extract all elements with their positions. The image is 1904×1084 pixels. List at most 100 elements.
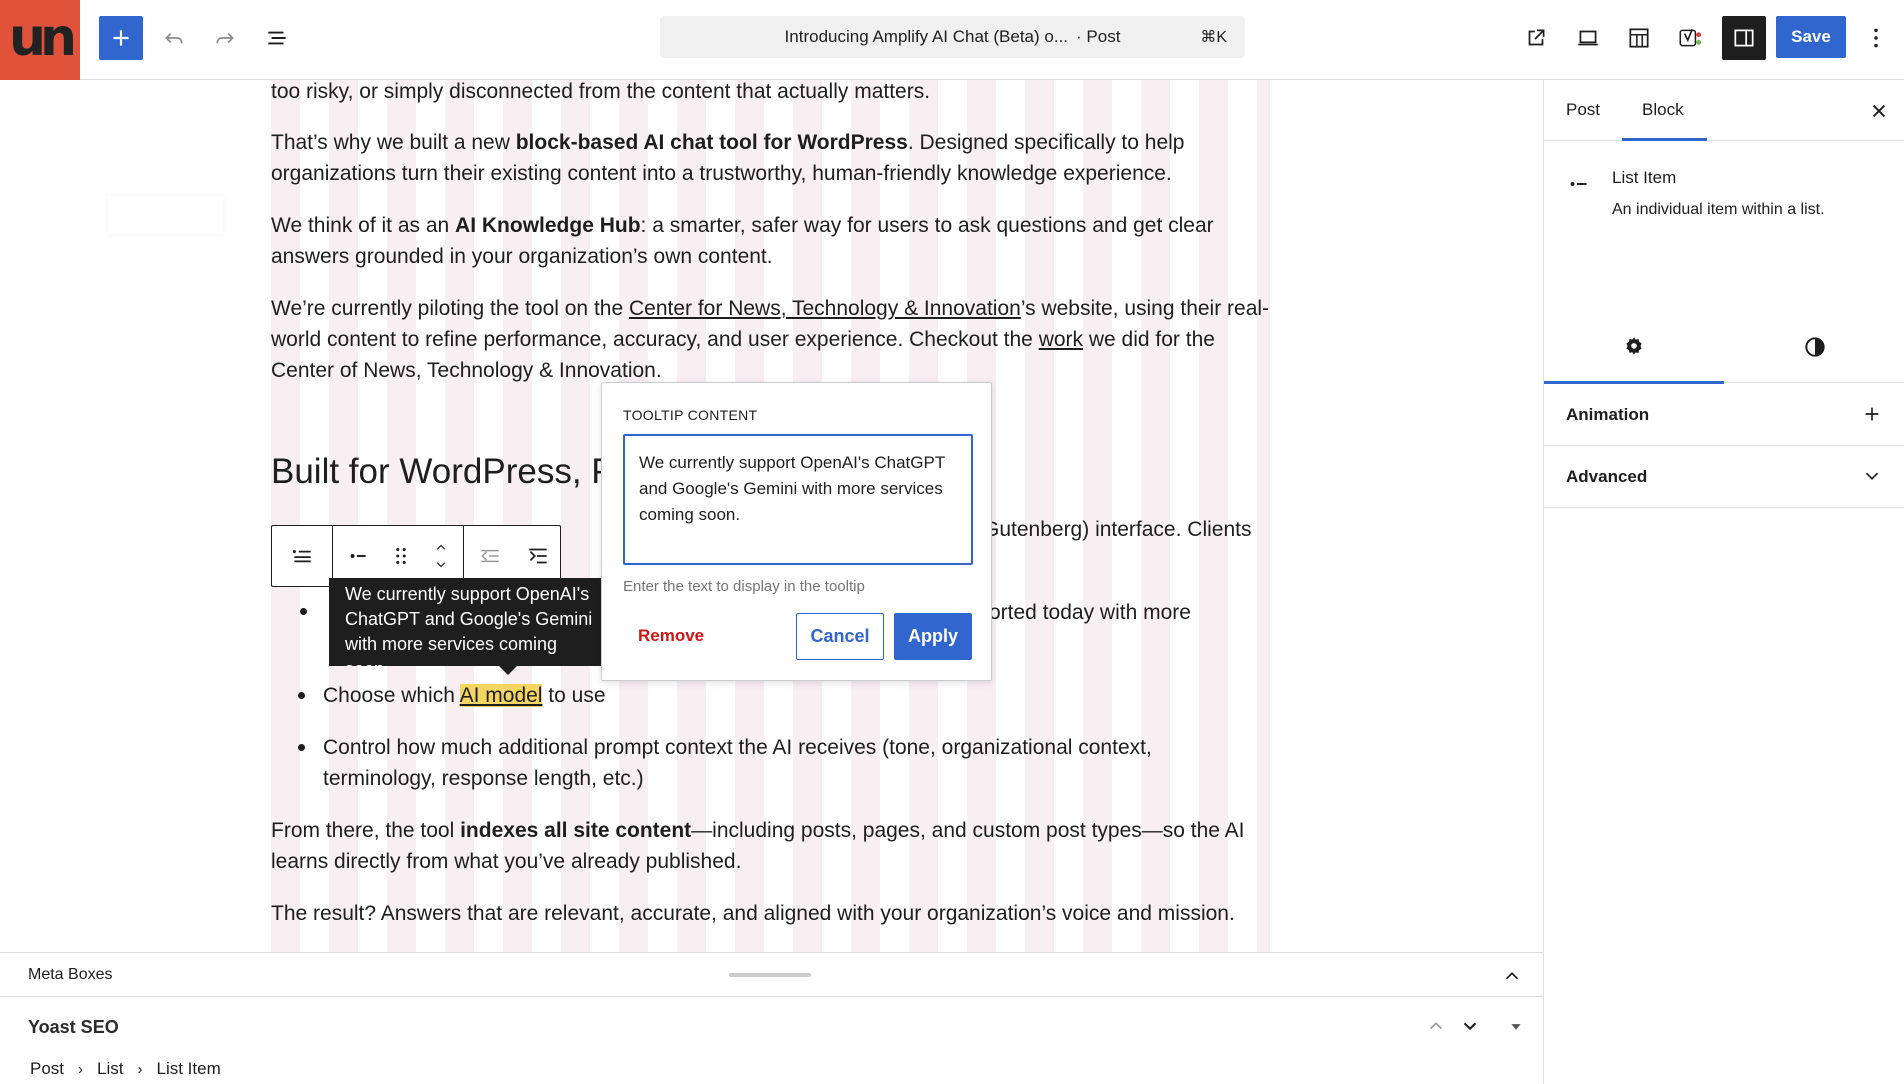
- paragraph-block[interactable]: That’s why we built a new block-based AI…: [271, 127, 1270, 189]
- list-item-icon: [350, 554, 366, 558]
- options-menu-button[interactable]: [1854, 16, 1898, 60]
- chevron-right-icon: ›: [78, 1060, 84, 1078]
- sidebar-icon: [1734, 29, 1754, 47]
- drag-handle[interactable]: [383, 526, 419, 586]
- tab-settings[interactable]: [1544, 310, 1724, 384]
- device-preview-button[interactable]: [1566, 16, 1610, 60]
- plus-icon: [113, 30, 129, 46]
- plus-icon: [1865, 407, 1879, 421]
- chevron-up-icon: [1429, 1022, 1443, 1030]
- document-overview-button[interactable]: [255, 16, 299, 60]
- tab-post[interactable]: Post: [1566, 100, 1600, 120]
- list-bullet: [298, 692, 305, 699]
- list-bullets-icon: [292, 550, 311, 563]
- outdent-icon: [481, 549, 499, 563]
- chevron-down-icon: [1463, 1022, 1477, 1031]
- paragraph-block[interactable]: We think of it as an AI Knowledge Hub: a…: [271, 210, 1270, 272]
- redo-icon: [216, 33, 234, 44]
- select-parent-list-button[interactable]: [272, 526, 332, 586]
- parent-selector-group: [272, 526, 333, 586]
- block-title: List Item: [1612, 168, 1677, 187]
- advanced-panel-label: Advanced: [1566, 467, 1648, 486]
- list-item[interactable]: Control how much additional prompt conte…: [298, 732, 1223, 794]
- resize-handle[interactable]: [729, 973, 811, 977]
- yoast-seo-panel[interactable]: Yoast SEO: [0, 997, 1543, 1055]
- tab-styles[interactable]: [1725, 310, 1904, 384]
- list-item-fragment[interactable]: orted today with more: [989, 597, 1269, 628]
- external-link-icon: [1528, 29, 1545, 46]
- save-button[interactable]: Save: [1776, 16, 1846, 58]
- move-block-buttons[interactable]: [419, 526, 463, 586]
- paragraph-block[interactable]: From there, the tool indexes all site co…: [271, 815, 1270, 877]
- sidebar-tabs: Post Block: [1544, 80, 1904, 141]
- chevron-up-icon[interactable]: [428, 538, 454, 556]
- heading-block[interactable]: Built for WordPress, P: [271, 452, 615, 492]
- link[interactable]: Center for News, Technology & Innovation: [629, 297, 1021, 320]
- view-post-button[interactable]: [1514, 16, 1558, 60]
- block-card: List Item An individual item within a li…: [1544, 141, 1904, 384]
- paragraph-fragment[interactable]: Gutenberg) interface. Clients: [983, 514, 1283, 545]
- remove-tooltip-button[interactable]: Remove: [638, 626, 704, 646]
- list-item[interactable]: Choose which AI model to use: [298, 680, 1223, 711]
- paragraph-block[interactable]: too risky, or simply disconnected from t…: [271, 80, 1270, 107]
- list-item-icon: [1566, 171, 1592, 197]
- undo-icon: [165, 33, 183, 44]
- block-type-button[interactable]: [333, 526, 383, 586]
- move-down-button[interactable]: [1458, 1014, 1482, 1038]
- close-icon: [1872, 104, 1886, 118]
- logo-text: un: [8, 8, 77, 68]
- yoast-icon: [1679, 29, 1702, 47]
- empty-placeholder: [108, 196, 223, 234]
- advanced-panel[interactable]: Advanced: [1544, 446, 1904, 508]
- breadcrumb-item[interactable]: Post: [30, 1059, 64, 1079]
- close-sidebar-button[interactable]: [1866, 98, 1892, 124]
- indent-button[interactable]: [516, 526, 560, 586]
- block-inserter-button[interactable]: [99, 16, 143, 60]
- animation-panel-label: Animation: [1566, 405, 1650, 424]
- command-palette-bar[interactable]: Introducing Amplify AI Chat (Beta) o... …: [660, 16, 1245, 58]
- tooltip-highlight[interactable]: AI model: [459, 684, 543, 707]
- caret-down-icon: [1511, 1024, 1521, 1030]
- tooltip-content-textarea[interactable]: We currently support OpenAI's ChatGPT an…: [623, 434, 973, 565]
- tab-block[interactable]: Block: [1642, 100, 1684, 120]
- redo-button[interactable]: [203, 16, 247, 60]
- tooltip-preview: We currently support OpenAI's ChatGPT an…: [329, 578, 601, 666]
- animation-panel[interactable]: Animation: [1544, 384, 1904, 446]
- tooltip-arrow: [498, 665, 518, 675]
- block-breadcrumb: Post › List › List Item: [0, 1054, 1543, 1084]
- command-shortcut: ⌘K: [1200, 29, 1227, 46]
- yoast-button[interactable]: [1668, 16, 1712, 60]
- outdent-button[interactable]: [464, 526, 516, 586]
- block-inspector-tabs: [1544, 309, 1904, 384]
- editor-canvas[interactable]: too risky, or simply disconnected from t…: [0, 80, 1543, 952]
- undo-button[interactable]: [152, 16, 196, 60]
- meta-boxes-area: Meta Boxes Yoast SEO: [0, 952, 1543, 1055]
- breadcrumb-item[interactable]: List Item: [157, 1059, 221, 1079]
- desktop-icon: [1578, 30, 1598, 46]
- document-title: Introducing Amplify AI Chat (Beta) o...: [784, 27, 1069, 46]
- settings-sidebar: Post Block List Item An individual item …: [1543, 80, 1904, 1084]
- breadcrumb-item[interactable]: List: [97, 1059, 123, 1079]
- site-logo[interactable]: un: [0, 0, 80, 80]
- yoast-seo-label: Yoast SEO: [28, 1017, 119, 1037]
- paragraph-block[interactable]: The result? Answers that are relevant, a…: [271, 898, 1270, 929]
- indent-icon: [529, 548, 547, 564]
- block-controls-group: [333, 526, 464, 586]
- list-view-icon: [268, 31, 286, 45]
- paragraph-block[interactable]: We’re currently piloting the tool on the…: [271, 293, 1270, 386]
- template-button[interactable]: [1617, 16, 1661, 60]
- collapse-meta-button[interactable]: [1500, 964, 1524, 988]
- meta-boxes-header[interactable]: Meta Boxes: [0, 953, 1543, 997]
- cancel-button[interactable]: Cancel: [796, 613, 884, 660]
- apply-button[interactable]: Apply: [894, 613, 972, 660]
- move-up-button[interactable]: [1424, 1014, 1448, 1038]
- contrast-icon: [1805, 337, 1825, 357]
- gear-icon: [1626, 337, 1642, 355]
- link[interactable]: work: [1039, 328, 1083, 351]
- meta-boxes-label: Meta Boxes: [28, 966, 113, 983]
- settings-sidebar-toggle[interactable]: [1722, 16, 1766, 60]
- list-bullet: [300, 608, 307, 615]
- chevron-down-icon[interactable]: [428, 556, 454, 574]
- toggle-panel-button[interactable]: [1505, 1014, 1527, 1038]
- list-bullet: [298, 744, 305, 751]
